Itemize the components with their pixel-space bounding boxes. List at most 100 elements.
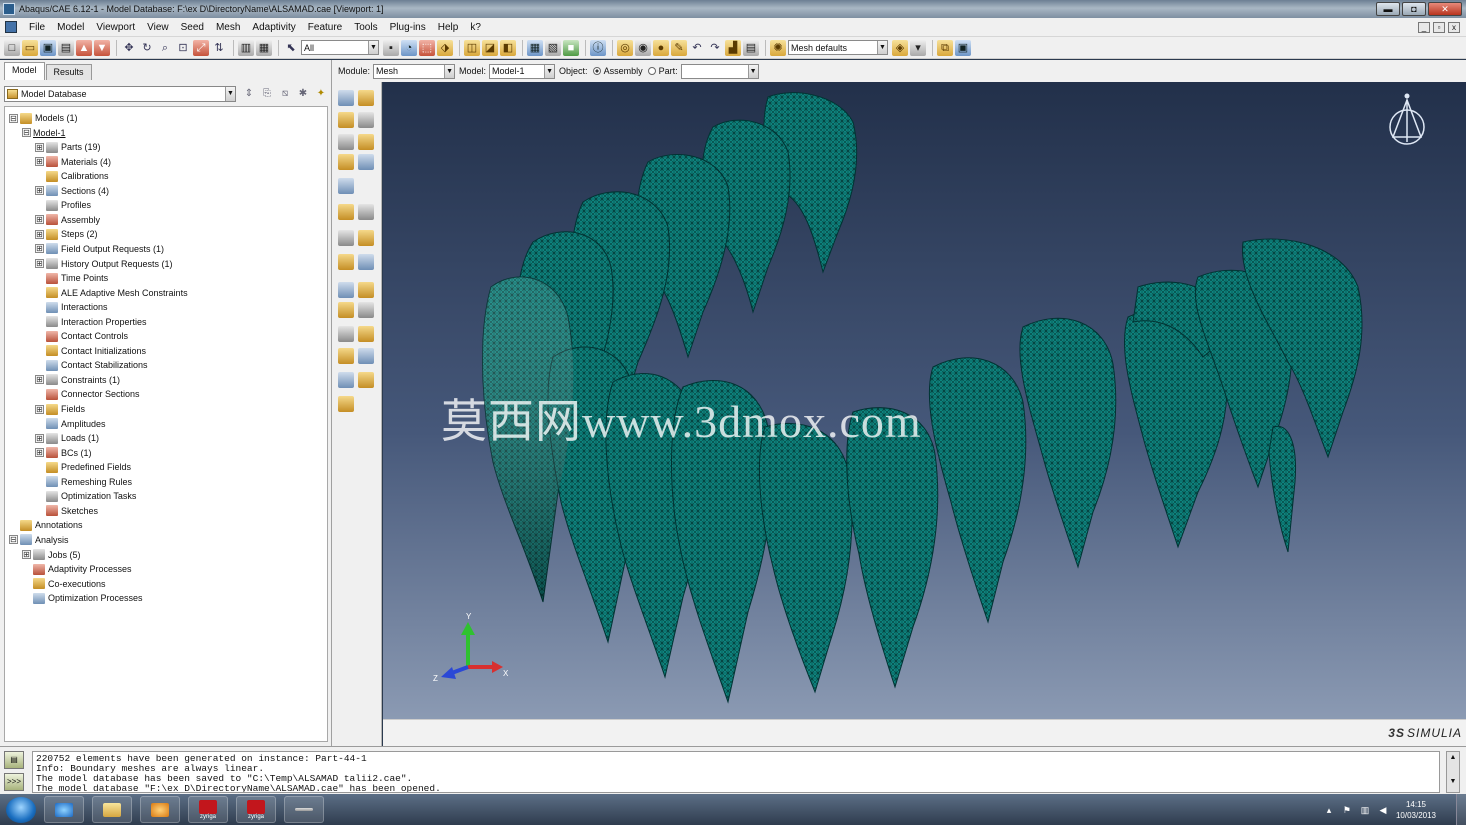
- view-cube-icon[interactable]: [1389, 93, 1425, 145]
- seed-part-icon[interactable]: [338, 90, 354, 106]
- part-radio[interactable]: [647, 67, 656, 75]
- tree-expander-icon[interactable]: ⊞: [35, 186, 44, 196]
- tree-node[interactable]: Interaction Properties: [35, 315, 147, 329]
- seed-part-icon-alt[interactable]: [358, 90, 374, 106]
- menu-help[interactable]: Help: [432, 22, 465, 33]
- tab-model[interactable]: Model: [4, 62, 45, 80]
- remove-group-icon[interactable]: ●: [653, 39, 669, 56]
- color-code-icon[interactable]: ◈: [892, 39, 908, 56]
- tree-expander-icon[interactable]: ⊞: [35, 404, 44, 414]
- chevron-down-icon[interactable]: ▼: [444, 64, 455, 78]
- database-selector[interactable]: Model Database ▼: [4, 86, 236, 102]
- tree-node[interactable]: ⊞ Loads (1): [35, 431, 99, 445]
- view-manager-icon[interactable]: ▤: [743, 39, 759, 56]
- chevron-down-icon[interactable]: ▼: [544, 64, 555, 78]
- view-back-icon[interactable]: ◪: [482, 39, 498, 56]
- tree-node[interactable]: ⊞ Assembly: [35, 213, 100, 227]
- tree-node[interactable]: Amplitudes: [35, 417, 106, 431]
- redo-icon[interactable]: ↷: [707, 40, 723, 56]
- mesh-defaults-combo[interactable]: Mesh defaults ▼: [788, 40, 888, 55]
- display-group-icon[interactable]: ◎: [617, 39, 633, 56]
- taskbar-explorer-button[interactable]: [92, 796, 132, 823]
- tree-expander-icon[interactable]: ⊟: [9, 113, 18, 123]
- print-display-icon[interactable]: ▦: [256, 39, 272, 56]
- edit-mesh-icon-alt[interactable]: [358, 326, 374, 342]
- menu-adaptivity[interactable]: Adaptivity: [246, 22, 301, 33]
- tool-icon[interactable]: ✎: [671, 39, 687, 56]
- tree-node[interactable]: Annotations: [9, 518, 83, 532]
- mesh-defaults-icon[interactable]: ✺: [770, 39, 786, 56]
- menu-feature[interactable]: Feature: [302, 22, 348, 33]
- save-icon[interactable]: ▣: [40, 39, 56, 56]
- taskbar-ie-button[interactable]: [44, 796, 84, 823]
- taskbar-app-2-button[interactable]: zyriga: [236, 796, 276, 823]
- tree-node[interactable]: ⊞ Jobs (5): [22, 548, 81, 562]
- magnify-icon[interactable]: ⌕: [157, 40, 173, 56]
- tree-node[interactable]: ALE Adaptive Mesh Constraints: [35, 286, 188, 300]
- select-cursor-icon[interactable]: ⬉: [283, 40, 299, 56]
- tree-expander-icon[interactable]: ⊞: [35, 259, 44, 268]
- menu-plugins[interactable]: Plug-ins: [384, 22, 432, 33]
- menu-seed[interactable]: Seed: [175, 22, 210, 33]
- open-file-icon[interactable]: ▭: [22, 39, 38, 56]
- context-help-button[interactable]: k?: [464, 22, 487, 33]
- tree-node[interactable]: Contact Stabilizations: [35, 358, 148, 372]
- tree-node[interactable]: Predefined Fields: [35, 460, 131, 474]
- common-options-icon[interactable]: ▣: [955, 39, 971, 56]
- tab-results[interactable]: Results: [45, 64, 92, 80]
- replace-group-icon[interactable]: ◉: [635, 39, 651, 56]
- mesh-controls-icon-alt[interactable]: [358, 154, 374, 170]
- mesh-region-icon-alt[interactable]: [358, 204, 374, 220]
- tray-network-icon[interactable]: ▥: [1360, 805, 1370, 815]
- verify-mesh-icon[interactable]: [338, 254, 354, 270]
- select-by-angle-icon[interactable]: ◔: [401, 39, 417, 56]
- tree-node[interactable]: ⊞ Fields: [35, 402, 85, 416]
- tree-node[interactable]: Calibrations: [35, 169, 109, 183]
- tree-node[interactable]: ⊞ Steps (2): [35, 227, 98, 241]
- taskbar-clock[interactable]: 14:15 10/03/2013: [1396, 799, 1436, 821]
- reference-icon-alt[interactable]: [358, 348, 374, 364]
- reference-icon[interactable]: [338, 348, 354, 364]
- feature-manager-icon[interactable]: [338, 396, 354, 412]
- info-icon[interactable]: ⓘ: [590, 39, 606, 56]
- taskbar-app-1-button[interactable]: zyriga: [188, 796, 228, 823]
- selection-options-icon[interactable]: ▪: [383, 39, 399, 56]
- tree-expander-icon[interactable]: ⊞: [35, 229, 44, 239]
- tree-node[interactable]: ⊟ Analysis: [9, 533, 69, 547]
- partition-icon-alt[interactable]: [358, 282, 374, 298]
- tree-node[interactable]: ⊞ Constraints (1): [35, 373, 120, 387]
- partition-icon[interactable]: [338, 282, 354, 298]
- menu-view[interactable]: View: [141, 22, 175, 33]
- tray-arrow-icon[interactable]: ▴: [1324, 805, 1334, 815]
- tree-node[interactable]: ⊞ Field Output Requests (1): [35, 242, 164, 256]
- element-type-icon[interactable]: [338, 178, 354, 194]
- taskbar-media-button[interactable]: [140, 796, 180, 823]
- assembly-radio[interactable]: [592, 67, 601, 75]
- seed-delete-icon[interactable]: [338, 134, 354, 150]
- viewport[interactable]: Y X Z 莫西网www.3dmox.com: [383, 82, 1466, 719]
- print-icon[interactable]: ▤: [58, 39, 74, 56]
- tray-volume-icon[interactable]: ◀: [1378, 805, 1388, 815]
- tree-expander-icon[interactable]: ⊞: [35, 433, 44, 443]
- virtual-topology-icon[interactable]: [338, 302, 354, 318]
- verify-mesh-icon-alt[interactable]: [358, 254, 374, 270]
- tree-node[interactable]: ⊞ Materials (4): [35, 155, 111, 169]
- render-wireframe-icon[interactable]: ▦: [527, 39, 543, 56]
- attributes-icon[interactable]: ▟: [725, 39, 741, 56]
- tree-expander-icon[interactable]: ⊟: [9, 535, 18, 545]
- mdi-minimize-button[interactable]: _: [1418, 21, 1430, 33]
- view-iso-icon[interactable]: ◧: [500, 39, 516, 56]
- mdi-restore-button[interactable]: ▫: [1433, 21, 1445, 33]
- tree-expander-icon[interactable]: ⊞: [35, 142, 44, 152]
- zoom-box-icon[interactable]: ⊡: [175, 40, 191, 56]
- import-icon[interactable]: ▲: [76, 39, 92, 56]
- query-tool-icon-alt[interactable]: [358, 372, 374, 388]
- tree-node[interactable]: Profiles: [35, 198, 91, 212]
- edit-mesh-icon[interactable]: [338, 326, 354, 342]
- chevron-down-icon[interactable]: ▼: [225, 87, 235, 101]
- tree-node[interactable]: ⊞ BCs (1): [35, 446, 92, 460]
- tree-expander-icon[interactable]: ⊞: [35, 244, 44, 254]
- copy-icon[interactable]: ⎘: [260, 87, 274, 101]
- menu-model[interactable]: Model: [51, 22, 90, 33]
- tree-node[interactable]: Optimization Tasks: [35, 489, 136, 503]
